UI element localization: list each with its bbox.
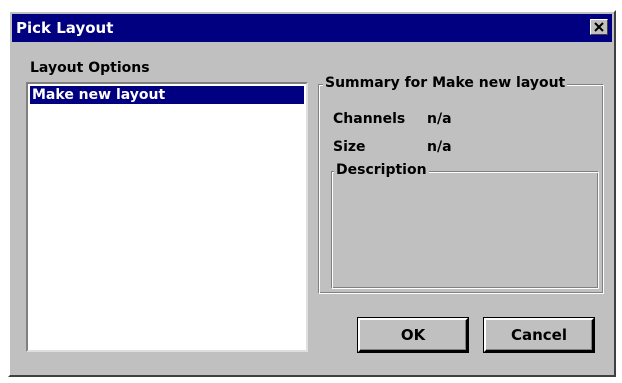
layout-options-list[interactable]: Make new layout bbox=[26, 82, 308, 352]
summary-title: Summary for Make new layout bbox=[323, 75, 568, 91]
description-label: Description bbox=[334, 162, 429, 178]
description-groupbox: Description bbox=[331, 162, 599, 289]
pick-layout-dialog: Pick Layout Layout Options Make new layo… bbox=[8, 10, 616, 377]
close-x-icon bbox=[594, 22, 604, 32]
title-bar[interactable]: Pick Layout bbox=[12, 14, 612, 42]
channels-label: Channels bbox=[333, 111, 406, 127]
window-title: Pick Layout bbox=[16, 19, 114, 37]
list-item-make-new-layout[interactable]: Make new layout bbox=[30, 86, 304, 104]
summary-groupbox: Summary for Make new layout Channels n/a… bbox=[318, 75, 604, 294]
ok-button[interactable]: OK bbox=[358, 318, 468, 352]
size-value: n/a bbox=[427, 139, 452, 155]
layout-options-label: Layout Options bbox=[30, 60, 150, 76]
channels-value: n/a bbox=[427, 111, 452, 127]
close-button[interactable] bbox=[590, 19, 608, 35]
size-label: Size bbox=[333, 139, 366, 155]
cancel-button[interactable]: Cancel bbox=[484, 318, 594, 352]
